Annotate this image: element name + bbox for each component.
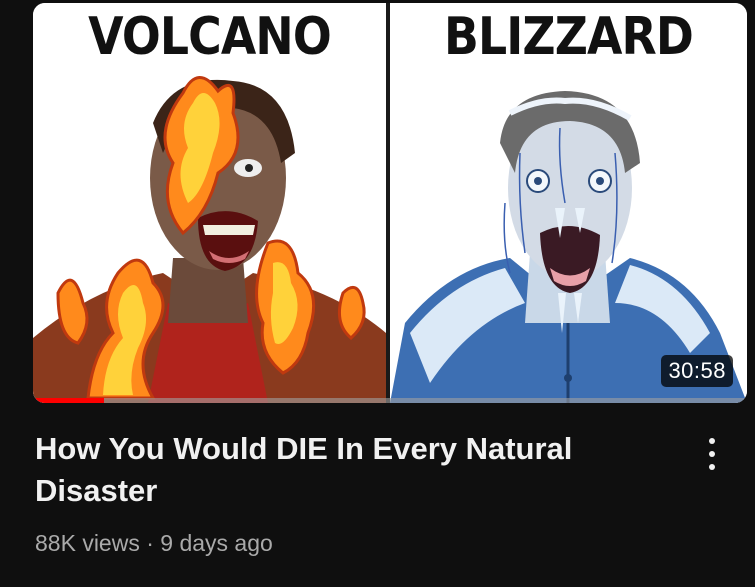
video-meta: 88K views · 9 days ago [35, 530, 273, 556]
more-dot [709, 438, 715, 444]
volcano-label: VOLCANO [88, 7, 332, 67]
watch-progress-fill [33, 398, 105, 403]
duration-badge: 30:58 [661, 355, 733, 387]
more-dot [709, 451, 715, 457]
video-title[interactable]: How You Would DIE In Every Natural Disas… [35, 428, 655, 512]
more-dot [709, 464, 715, 470]
video-thumbnail[interactable]: VOLCANO BLIZZARD 30:58 [33, 3, 747, 403]
more-vertical-icon[interactable] [694, 432, 730, 476]
blizzard-label: BLIZZARD [443, 7, 694, 67]
thumbnail-panel-volcano: VOLCANO [33, 3, 386, 403]
thumbnail-panel-blizzard: BLIZZARD [390, 3, 747, 403]
watch-progress-track [33, 398, 747, 403]
